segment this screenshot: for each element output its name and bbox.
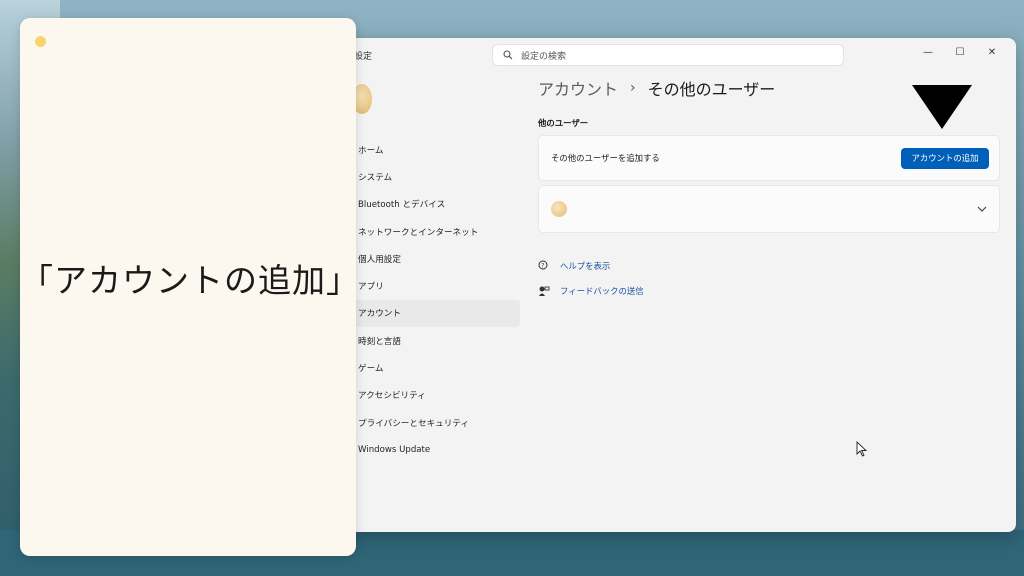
minimize-button[interactable]: — (912, 42, 944, 62)
sidebar-item-accounts[interactable]: アカウント (348, 299, 520, 328)
maximize-button[interactable]: ☐ (944, 42, 976, 62)
breadcrumb-parent[interactable]: アカウント (538, 76, 618, 100)
pointer-arrow-icon (912, 85, 972, 129)
existing-user-row[interactable] (538, 185, 1000, 233)
add-user-text: その他のユーザーを追加する (551, 153, 660, 163)
help-link[interactable]: ? ヘルプを表示 (538, 253, 1000, 278)
feedback-link[interactable]: フィードバックの送信 (538, 278, 1000, 303)
caption-text: 「アカウントの追加」 (20, 261, 360, 300)
sidebar-item-privacy[interactable]: プライバシーとセキュリティ (348, 409, 520, 436)
sidebar-item-windows-update[interactable]: Windows Update (348, 436, 520, 463)
sidebar-item-network[interactable]: ネットワークとインターネット (348, 218, 520, 245)
sidebar-item-apps[interactable]: アプリ (348, 272, 520, 299)
panel-dot-icon (35, 36, 46, 47)
sidebar-item-gaming[interactable]: ゲーム (348, 354, 520, 381)
caption-panel: 「アカウントの追加」 (20, 18, 360, 556)
search-placeholder: 設定の検索 (521, 51, 567, 62)
help-links: ? ヘルプを表示 フィードバックの送信 (538, 253, 1000, 303)
add-account-button[interactable]: アカウントの追加 (901, 147, 989, 169)
breadcrumb-separator-icon: › (630, 80, 636, 96)
sidebar-item-bluetooth[interactable]: Bluetooth とデバイス (348, 191, 520, 218)
sidebar-nav: ホーム システム Bluetooth とデバイス ネットワークとインターネット … (348, 136, 520, 464)
window-title: 設定 (354, 52, 373, 62)
help-link-label: ヘルプを表示 (560, 260, 611, 271)
chevron-down-icon[interactable] (977, 204, 987, 215)
mouse-cursor-icon (856, 440, 868, 461)
search-input[interactable]: 設定の検索 (492, 44, 844, 66)
help-icon: ? (538, 260, 550, 272)
add-user-card: その他のユーザーを追加する アカウントの追加 (538, 135, 1000, 181)
sidebar-item-home[interactable]: ホーム (348, 136, 520, 163)
user-avatar-small (551, 201, 567, 217)
sidebar-item-time-language[interactable]: 時刻と言語 (348, 327, 520, 354)
window-controls: — ☐ ✕ (912, 42, 1008, 62)
close-button[interactable]: ✕ (976, 42, 1008, 62)
page-title: その他のユーザー (647, 80, 776, 99)
svg-text:?: ? (541, 262, 544, 269)
sidebar-item-accessibility[interactable]: アクセシビリティ (348, 382, 520, 409)
feedback-link-label: フィードバックの送信 (560, 285, 644, 296)
sidebar-item-personalization[interactable]: 個人用設定 (348, 245, 520, 272)
search-icon (503, 50, 513, 60)
sidebar-item-system[interactable]: システム (348, 163, 520, 190)
feedback-icon (538, 285, 550, 297)
